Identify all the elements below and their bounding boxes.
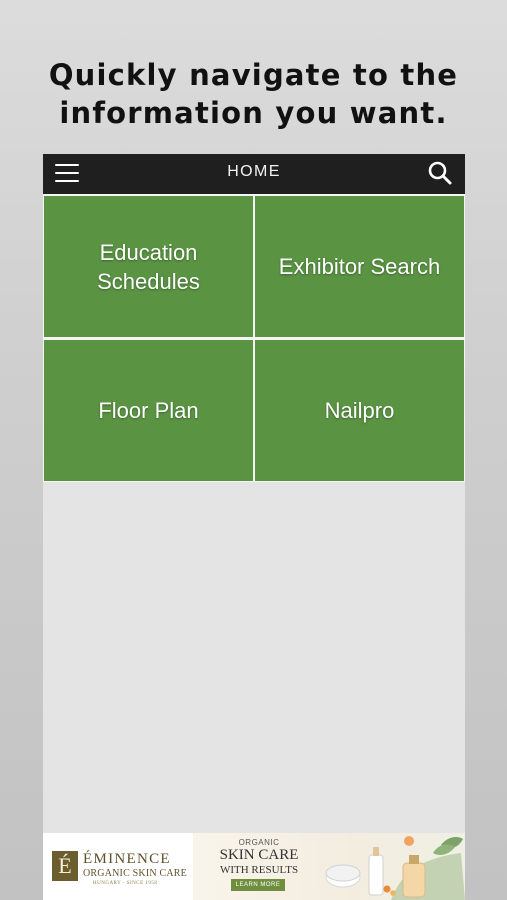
ad-headline: SKIN CARE — [219, 847, 299, 863]
ad-brand-subtitle: ORGANIC SKIN CARE — [83, 868, 187, 879]
tile-floor-plan[interactable]: Floor Plan — [44, 340, 253, 481]
tile-exhibitor-search[interactable]: Exhibitor Search — [255, 196, 464, 337]
promo-headline-line1: Quickly navigate to the — [48, 58, 459, 92]
ad-brand-tagline: HUNGARY · SINCE 1958 — [93, 881, 158, 886]
tile-label: Exhibitor Search — [278, 254, 441, 279]
ad-learn-more-button[interactable]: LEARN MORE — [231, 879, 285, 891]
tile-label: Education Schedules — [97, 239, 200, 294]
app-screen: HOME Education Schedules Exhibitor Searc… — [43, 154, 465, 900]
ad-promo-panel: ORGANIC SKIN CARE WITH RESULTS LEARN MOR… — [193, 833, 465, 900]
search-icon[interactable] — [427, 160, 453, 186]
ad-organic-label: ORGANIC — [238, 838, 280, 847]
eminence-logo: É — [52, 851, 78, 881]
promo-headline: Quickly navigate to the information you … — [0, 56, 507, 132]
ad-subheadline: WITH RESULTS — [219, 864, 299, 876]
ad-brand-name: ÉMINENCE — [83, 851, 171, 867]
page-title: HOME — [227, 163, 281, 180]
tile-label: Nailpro — [324, 398, 395, 423]
home-menu-grid: Education Schedules Exhibitor Search Flo… — [43, 194, 465, 482]
promo-headline-line2: information you want. — [59, 96, 448, 130]
advertisement-banner[interactable]: É ÉMINENCE ORGANIC SKIN CARE HUNGARY · S… — [43, 833, 465, 900]
ad-brand-panel: É ÉMINENCE ORGANIC SKIN CARE HUNGARY · S… — [43, 833, 193, 900]
ad-product-image — [321, 833, 465, 900]
hamburger-menu-icon[interactable] — [55, 163, 79, 183]
tile-education-schedules[interactable]: Education Schedules — [44, 196, 253, 337]
tile-label: Floor Plan — [98, 398, 199, 423]
top-navigation-bar: HOME — [43, 154, 465, 194]
tile-nailpro[interactable]: Nailpro — [255, 340, 464, 481]
